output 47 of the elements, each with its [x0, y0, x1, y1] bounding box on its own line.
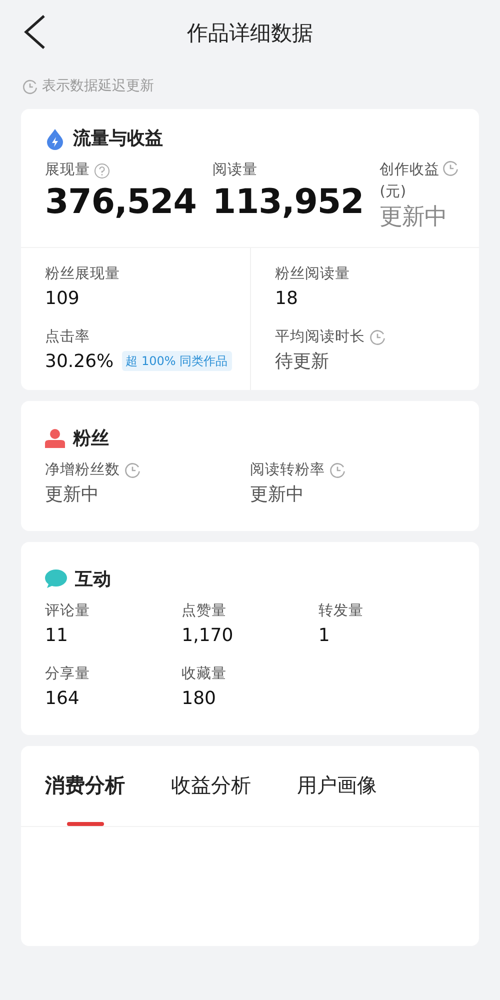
metric-label: 创作收益(元) [380, 161, 441, 202]
tab-indicator [66, 822, 104, 826]
metric-label: 转发量 [318, 602, 364, 621]
metric-value: 11 [45, 624, 69, 648]
lightning-drop-icon [45, 128, 65, 150]
chat-bubble-icon [45, 569, 67, 590]
comparison-badge: 超 100% 同类作品 [122, 351, 232, 372]
metric-label: 分享量 [45, 664, 90, 684]
page-title: 作品详细数据 [187, 20, 313, 47]
clock-icon [124, 462, 141, 480]
metric-value: 18 [275, 286, 298, 311]
clock-icon [329, 462, 346, 480]
metric-value: 109 [45, 286, 80, 311]
tab[interactable]: 收益分析 [171, 770, 251, 800]
person-icon [45, 428, 65, 448]
section-title: 粉丝 [73, 426, 109, 451]
metric-label: 收藏量 [182, 664, 227, 684]
metric-value: 更新中 [45, 482, 100, 507]
section-title: 互动 [75, 568, 111, 592]
metric-label: 阅读转粉率 [250, 460, 325, 480]
metric-value: 待更新 [275, 350, 329, 374]
metric-value: 1 [318, 624, 331, 648]
metric-label: 粉丝展现量 [45, 265, 120, 284]
metric-value: 1,170 [182, 624, 234, 648]
metric-value: 113,952 [212, 182, 364, 223]
metric-value: 更新中 [380, 204, 448, 232]
notice-text: 表示数据延迟更新 [42, 77, 154, 96]
metric-label: 平均阅读时长 [275, 328, 365, 348]
section-title: 流量与收益 [73, 127, 163, 151]
metric-label: 粉丝阅读量 [275, 265, 350, 284]
tab[interactable]: 消费分析 [45, 770, 125, 800]
metric-value: 376,524 [45, 182, 196, 223]
metric-label: 点赞量 [182, 602, 227, 621]
metric-value: 180 [182, 686, 218, 711]
metric-label: 阅读量 [212, 161, 258, 180]
metric-label: 净增粉丝数 [45, 460, 120, 480]
metric-label: 展现量 [45, 161, 90, 180]
metric-value: 164 [45, 686, 80, 711]
tab[interactable]: 用户画像 [297, 770, 377, 800]
clock-icon [369, 329, 386, 346]
metric-label: 评论量 [45, 602, 90, 621]
metric-label: 点击率 [45, 328, 90, 348]
metric-value: 30.26% [45, 350, 114, 374]
metric-value: 更新中 [250, 482, 305, 507]
help-icon [94, 162, 110, 179]
clock-icon [22, 78, 38, 94]
clock-icon [442, 160, 460, 177]
